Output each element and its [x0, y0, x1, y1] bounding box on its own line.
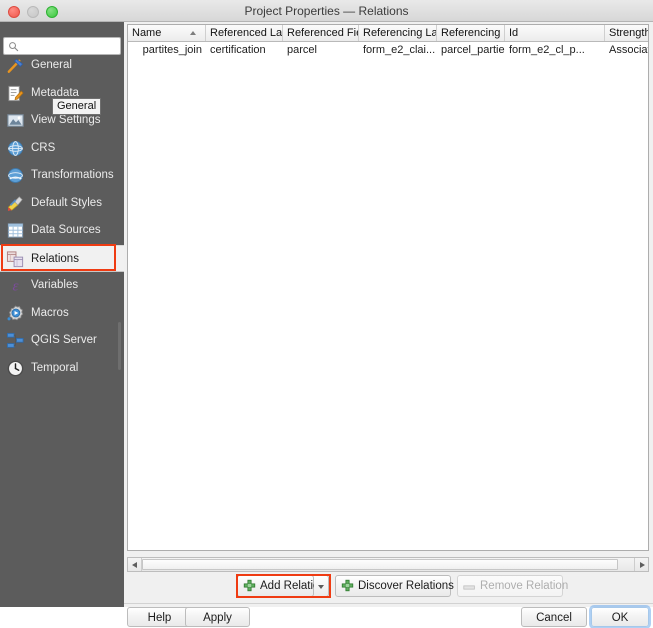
gear-play-icon: [7, 305, 24, 320]
sort-ascending-icon: [190, 31, 196, 35]
table-grid-icon: [7, 223, 24, 238]
column-header-strength[interactable]: Strength: [605, 25, 648, 41]
column-header-referencing-layer[interactable]: Referencing Lay: [359, 25, 437, 41]
globe-icon: [8, 140, 23, 156]
sidebar-item-qgis-server[interactable]: QGIS Server: [0, 327, 124, 354]
cell-referenced-layer: certification: [210, 44, 266, 56]
sidebar-item-label: CRS: [31, 141, 56, 154]
sidebar-item-label: General: [31, 59, 72, 71]
paintbrush-icon: [7, 195, 23, 211]
column-header-referenced-layer[interactable]: Referenced Lay: [206, 25, 283, 41]
sidebar-item-variables[interactable]: ε Variables: [0, 272, 124, 299]
document-pencil-icon: [8, 85, 24, 101]
scrollbar-thumb[interactable]: [142, 559, 618, 570]
column-header-referenced-field[interactable]: Referenced Fiel: [283, 25, 359, 41]
cell-referencing-field: parcel_parties: [441, 44, 505, 56]
sidebar-item-macros[interactable]: Macros: [0, 300, 124, 327]
project-properties-dialog: Project Properties — Relations General M…: [0, 0, 653, 627]
scroll-left-arrow-icon[interactable]: [128, 558, 142, 571]
add-plus-icon: [243, 579, 256, 592]
sidebar-item-label: Temporal: [31, 361, 79, 374]
sidebar-item-label: QGIS Server: [31, 334, 97, 346]
sidebar-item-label: Macros: [31, 306, 69, 319]
hammer-icon: [7, 58, 24, 73]
cell-referencing-layer: form_e2_clai...: [363, 44, 436, 56]
sidebar-item-label: Data Sources: [31, 224, 101, 236]
relations-table: Name Referenced Lay Referenced Fiel Refe…: [127, 24, 649, 551]
svg-text:ε: ε: [13, 278, 19, 295]
horizontal-scrollbar[interactable]: [127, 557, 649, 572]
sidebar-item-label: Variables: [31, 279, 79, 291]
sidebar-item-label: Transformations: [31, 169, 114, 181]
scroll-right-arrow-icon[interactable]: [634, 558, 648, 571]
clock-icon: [7, 360, 24, 376]
server-nodes-icon: [6, 332, 24, 348]
sidebar-item-transformations[interactable]: Transformations: [0, 162, 124, 189]
apply-button[interactable]: Apply: [185, 607, 250, 627]
cancel-button[interactable]: Cancel: [521, 607, 587, 627]
main-panel: Name Referenced Lay Referenced Fiel Refe…: [124, 22, 653, 627]
cell-strength: Association: [609, 44, 648, 56]
cell-name: partites_join: [142, 44, 202, 56]
discover-plus-icon: [341, 579, 354, 592]
sidebar-item-relations[interactable]: Relations: [0, 244, 124, 272]
table-header-row: Name Referenced Lay Referenced Fiel Refe…: [128, 25, 648, 42]
relations-tables-icon: [6, 250, 24, 267]
ok-button[interactable]: OK: [591, 607, 649, 627]
window-title: Project Properties — Relations: [244, 4, 409, 18]
sidebar-item-label: Relations: [31, 252, 79, 265]
sidebar-item-temporal[interactable]: Temporal: [0, 355, 124, 382]
column-header-id[interactable]: Id: [505, 25, 605, 41]
sidebar-item-general[interactable]: General: [0, 52, 124, 79]
general-tooltip: General: [52, 98, 102, 115]
title-bar: Project Properties — Relations: [0, 0, 653, 22]
globe-transform-icon: [8, 168, 23, 183]
help-button[interactable]: Help: [127, 607, 192, 627]
sidebar-item-default-styles[interactable]: Default Styles: [0, 190, 124, 217]
sidebar: General Metadata View Settings CRS Trans…: [0, 22, 124, 607]
footer-divider: [124, 603, 653, 604]
sidebar-item-label: Default Styles: [31, 196, 102, 209]
column-header-referencing-field[interactable]: Referencing Fiel: [437, 25, 505, 41]
add-relation-dropdown-arrow[interactable]: [314, 575, 329, 597]
sidebar-item-data-sources[interactable]: Data Sources: [0, 217, 124, 244]
view-image-icon: [7, 114, 24, 127]
table-row[interactable]: partites_join certification parcel form_…: [128, 42, 648, 58]
cell-referenced-field: parcel: [287, 44, 317, 56]
remove-minus-icon: [463, 585, 475, 590]
sidebar-item-crs[interactable]: CRS: [0, 135, 124, 162]
cell-id: form_e2_cl_p...: [509, 44, 585, 56]
epsilon-icon: ε: [13, 278, 19, 295]
sidebar-scrollbar[interactable]: [118, 322, 121, 370]
